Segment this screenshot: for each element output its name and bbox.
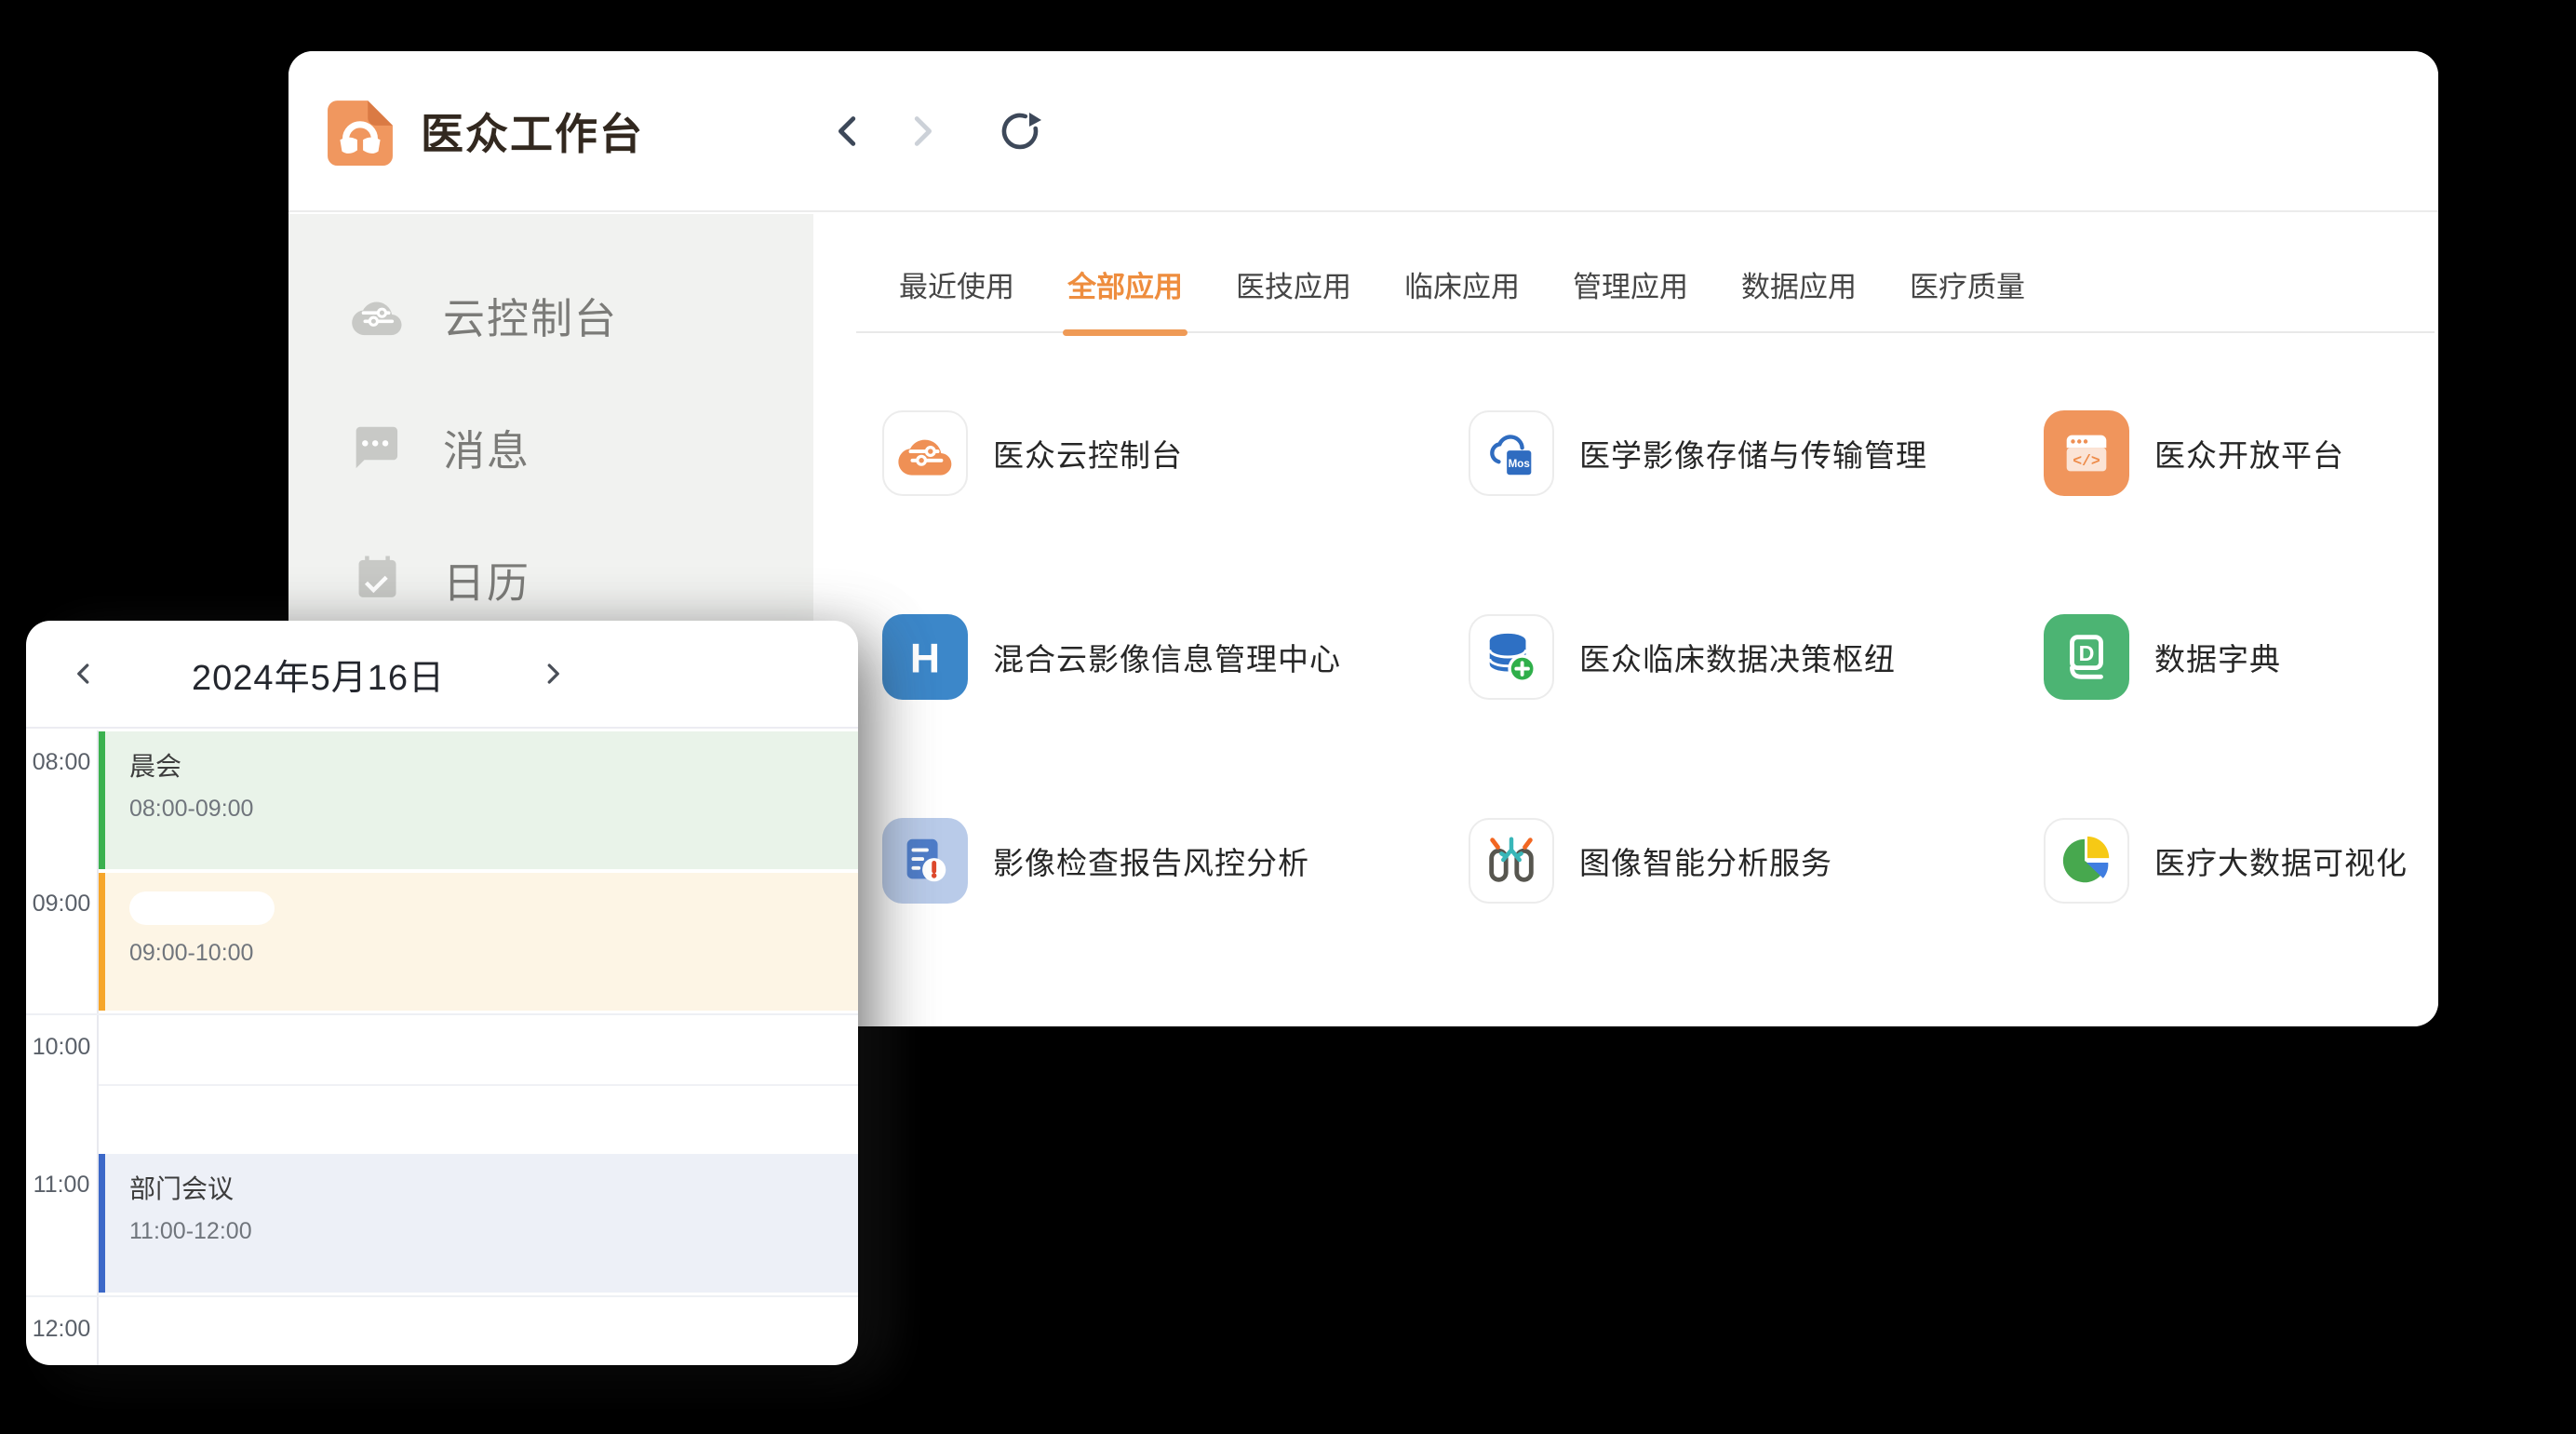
app-hybrid-cloud-center[interactable]: H 混合云影像信息管理中心	[882, 614, 1469, 700]
time-label: 09:00	[26, 872, 99, 1013]
sidebar-item-label: 日历	[443, 549, 530, 610]
app-label: 医学影像存储与传输管理	[1579, 431, 1927, 476]
calendar-event-redacted[interactable]: 09:00-10:00	[99, 873, 858, 1011]
calendar-row-1100: 11:00 部门会议 11:00-12:00	[26, 1153, 858, 1295]
tab-quality[interactable]: 医疗质量	[1910, 214, 2025, 333]
nav-controls	[826, 51, 1042, 210]
app-label: 医众开放平台	[2154, 431, 2344, 476]
time-label: 12:00	[26, 1297, 99, 1365]
content-area: 最近使用 全部应用 医技应用 临床应用 管理应用 数据应用 医疗质量	[813, 214, 2438, 1026]
back-button[interactable]	[826, 109, 871, 154]
app-label: 医众临床数据决策枢纽	[1579, 635, 1896, 679]
refresh-button[interactable]	[998, 109, 1042, 154]
tab-medtech-apps[interactable]: 医技应用	[1236, 214, 1351, 333]
app-image-storage[interactable]: Mos 医学影像存储与传输管理	[1469, 410, 2044, 496]
calendar-check-icon	[350, 552, 404, 606]
calendar-panel: 2024年5月16日 08:00 晨会 08:00-09:00 09:00 09…	[26, 621, 858, 1365]
sidebar-item-messages[interactable]: 消息	[288, 404, 813, 489]
tab-clinical-apps[interactable]: 临床应用	[1404, 214, 1520, 333]
dictionary-book-icon: D	[2044, 614, 2129, 700]
tab-admin-apps[interactable]: 管理应用	[1573, 214, 1688, 333]
message-icon	[350, 420, 404, 474]
tab-recently-used[interactable]: 最近使用	[899, 214, 1014, 333]
time-label: 10:00	[26, 1015, 99, 1153]
letter-h-icon: H	[882, 614, 968, 700]
time-label: 11:00	[26, 1153, 99, 1295]
svg-text:Mos: Mos	[1509, 458, 1530, 470]
calendar-event-department-meeting[interactable]: 部门会议 11:00-12:00	[99, 1154, 858, 1293]
mos-cloud-icon: Mos	[1469, 410, 1554, 496]
sidebar-item-calendar[interactable]: 日历	[288, 536, 813, 622]
titlebar: 医众工作台	[288, 51, 2438, 212]
app-label: 影像检查报告风控分析	[993, 838, 1309, 883]
svg-text:H: H	[910, 636, 940, 681]
app-label: 医众云控制台	[993, 431, 1183, 476]
tab-all-apps[interactable]: 全部应用	[1067, 214, 1183, 333]
calendar-row-1200: 12:00	[26, 1295, 858, 1365]
app-report-risk-analysis[interactable]: 影像检查报告风控分析	[882, 818, 1469, 904]
time-label: 08:00	[26, 730, 99, 872]
app-label: 医疗大数据可视化	[2154, 838, 2408, 883]
calendar-prev-day-button[interactable]	[63, 653, 104, 694]
app-grid: 医众云控制台 Mos 医学影像存储与传输管理	[813, 333, 2438, 904]
tab-data-apps[interactable]: 数据应用	[1741, 214, 1857, 333]
cloud-settings-icon	[350, 288, 404, 342]
calendar-day-grid: 08:00 晨会 08:00-09:00 09:00 09:00-10:00 1…	[26, 730, 858, 1365]
cloud-sliders-icon	[882, 410, 968, 496]
calendar-row-1000: 10:00	[26, 1013, 858, 1153]
app-bigdata-visualization[interactable]: 医疗大数据可视化	[2044, 818, 2438, 904]
sidebar-item-label: 云控制台	[443, 285, 618, 345]
calendar-next-day-button[interactable]	[532, 653, 573, 694]
event-time: 11:00-12:00	[129, 1218, 858, 1245]
app-data-dictionary[interactable]: D 数据字典	[2044, 614, 2438, 700]
app-clinical-data-hub[interactable]: 医众临床数据决策枢纽	[1469, 614, 2044, 700]
svg-text:D: D	[2079, 641, 2095, 665]
app-logo	[326, 97, 395, 166]
database-plus-icon	[1469, 614, 1554, 700]
event-title: 部门会议	[129, 1169, 858, 1206]
redacted-title-pill	[129, 891, 275, 925]
app-label: 混合云影像信息管理中心	[993, 635, 1341, 679]
calendar-row-0800: 08:00 晨会 08:00-09:00	[26, 730, 858, 872]
event-time: 08:00-09:00	[129, 796, 858, 823]
svg-text:</>: </>	[2073, 452, 2100, 470]
report-alert-icon	[882, 818, 968, 904]
app-open-platform[interactable]: </> 医众开放平台	[2044, 410, 2438, 496]
calendar-date: 2024年5月16日	[192, 649, 445, 700]
app-label: 图像智能分析服务	[1579, 838, 1832, 883]
sidebar-item-label: 消息	[443, 417, 530, 477]
calendar-header: 2024年5月16日	[26, 621, 858, 729]
code-window-icon: </>	[2044, 410, 2129, 496]
app-title: 医众工作台	[421, 101, 644, 162]
app-cloud-console[interactable]: 医众云控制台	[882, 410, 1469, 496]
tab-bar: 最近使用 全部应用 医技应用 临床应用 管理应用 数据应用 医疗质量	[813, 214, 2438, 333]
forward-button[interactable]	[899, 109, 944, 154]
lungs-icon	[1469, 818, 1554, 904]
sidebar-item-cloud-console[interactable]: 云控制台	[288, 272, 813, 357]
event-time: 09:00-10:00	[129, 940, 858, 967]
calendar-event-morning-meeting[interactable]: 晨会 08:00-09:00	[99, 731, 858, 869]
calendar-row-0900: 09:00 09:00-10:00	[26, 872, 858, 1013]
app-image-ai-analysis[interactable]: 图像智能分析服务	[1469, 818, 2044, 904]
app-label: 数据字典	[2154, 635, 2281, 679]
event-title: 晨会	[129, 746, 858, 784]
pie-chart-icon	[2044, 818, 2129, 904]
